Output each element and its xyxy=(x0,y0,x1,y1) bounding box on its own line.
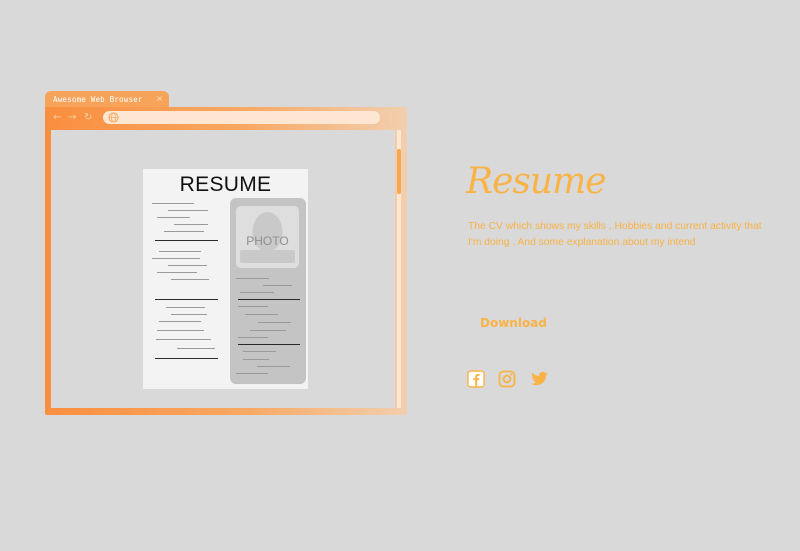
tab-close-icon: × xyxy=(156,94,163,103)
text-line xyxy=(257,366,290,368)
browser-mockup: Awesome Web Browser × ← → ↻ RESUME PHOTO xyxy=(45,91,407,415)
text-line xyxy=(157,272,197,274)
text-line xyxy=(168,265,207,267)
text-line xyxy=(168,210,208,212)
text-line xyxy=(240,292,274,294)
text-line xyxy=(171,279,209,281)
browser-tab: Awesome Web Browser × xyxy=(45,91,169,108)
text-line xyxy=(250,330,286,332)
text-line xyxy=(238,306,268,308)
text-line xyxy=(152,203,194,205)
description-text: The CV which shows my skills , Hobbies a… xyxy=(468,221,762,248)
text-line xyxy=(236,373,268,375)
text-line xyxy=(156,339,211,341)
text-line xyxy=(155,240,218,242)
resume-sidebar: PHOTO xyxy=(230,198,306,384)
text-line xyxy=(238,337,268,339)
browser-frame: ← → ↻ RESUME PHOTO xyxy=(45,107,407,415)
page-title: Resume xyxy=(466,161,607,202)
photo-label: PHOTO xyxy=(246,234,289,248)
text-line xyxy=(174,224,208,226)
text-line xyxy=(157,330,204,332)
facebook-icon[interactable] xyxy=(467,370,485,388)
text-line xyxy=(258,322,291,324)
text-line xyxy=(238,344,300,346)
resume-document: RESUME PHOTO xyxy=(143,169,308,389)
address-bar xyxy=(103,111,380,124)
browser-toolbar: ← → ↻ xyxy=(45,107,407,129)
resume-title: RESUME xyxy=(179,173,272,196)
text-line xyxy=(177,348,215,350)
browser-viewport: RESUME PHOTO xyxy=(51,130,395,408)
text-line xyxy=(159,321,201,323)
text-line xyxy=(164,231,204,233)
text-line xyxy=(157,217,190,219)
twitter-icon[interactable] xyxy=(530,370,549,388)
text-line xyxy=(236,278,269,280)
forward-arrow-icon: → xyxy=(68,112,77,123)
text-line xyxy=(243,359,269,361)
download-button[interactable]: Download xyxy=(480,316,547,330)
text-line xyxy=(171,314,207,316)
text-line xyxy=(245,314,278,316)
scrollbar-thumb[interactable] xyxy=(397,149,401,194)
back-arrow-icon: ← xyxy=(53,112,62,123)
browser-tab-title: Awesome Web Browser xyxy=(53,95,143,104)
text-line xyxy=(159,251,201,253)
menu-dots-icon xyxy=(390,112,393,124)
text-line xyxy=(263,285,292,287)
text-line xyxy=(152,258,200,260)
text-line xyxy=(238,299,300,301)
text-line xyxy=(243,351,276,353)
reload-icon: ↻ xyxy=(84,112,93,123)
text-line xyxy=(155,358,218,360)
globe-icon xyxy=(108,112,119,123)
photo-placeholder: PHOTO xyxy=(236,206,299,268)
text-line xyxy=(166,307,205,309)
scrollbar[interactable] xyxy=(397,130,401,408)
text-line xyxy=(155,299,218,301)
instagram-icon[interactable] xyxy=(498,370,516,388)
